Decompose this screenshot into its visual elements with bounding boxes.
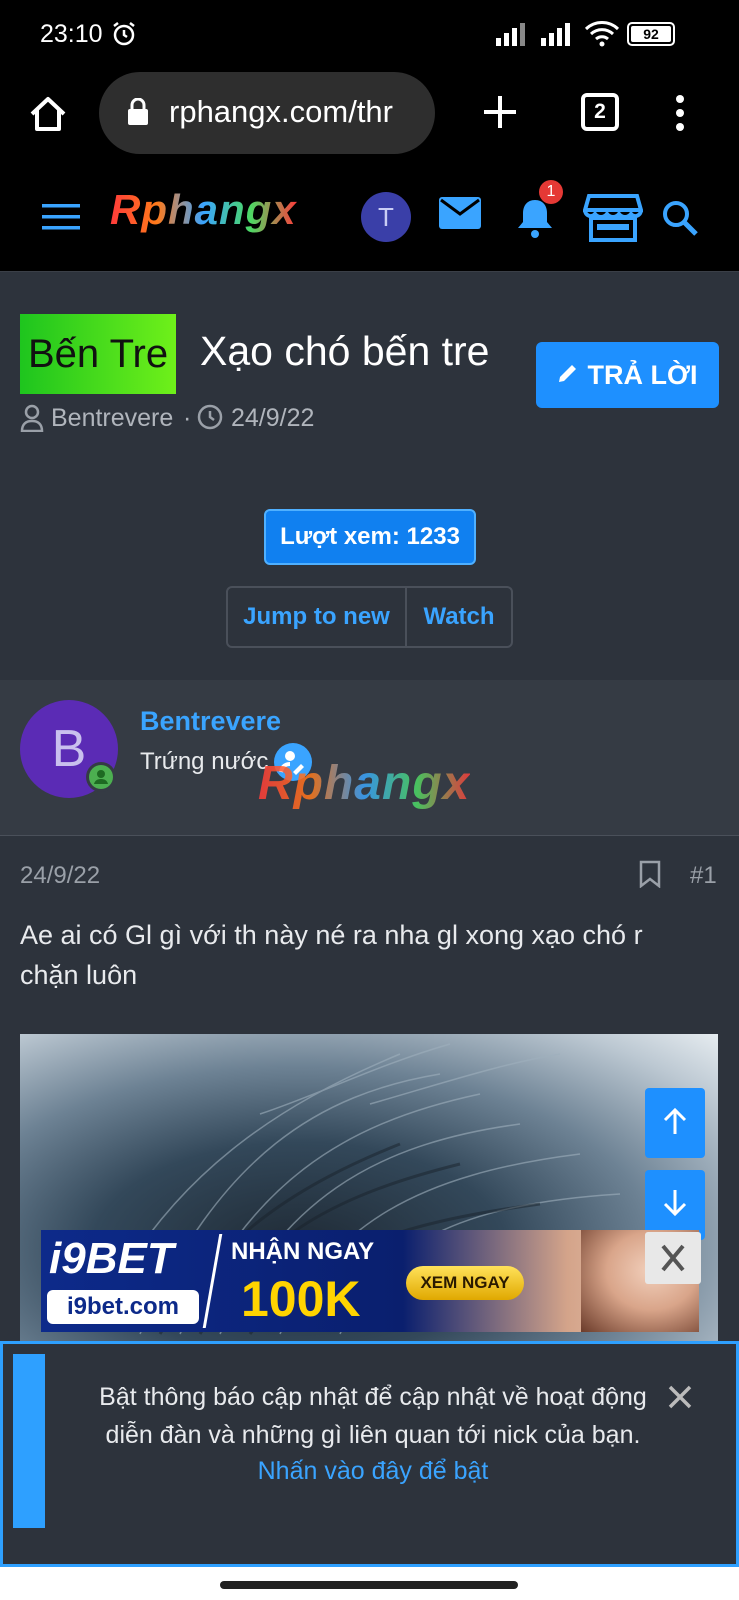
meta-separator: · — [183, 404, 192, 432]
search-icon[interactable] — [660, 198, 700, 243]
home-icon[interactable] — [26, 92, 70, 141]
ad-divider — [202, 1234, 223, 1328]
scroll-up-button[interactable] — [645, 1088, 705, 1158]
online-indicator — [86, 762, 116, 792]
arrow-up-icon — [660, 1106, 690, 1141]
status-bar: 23:10 92 — [0, 0, 739, 70]
clock-icon — [197, 404, 223, 435]
alerts-badge: 1 — [539, 180, 563, 204]
post-date[interactable]: 24/9/22 — [20, 862, 100, 890]
ad-brand: i9BET — [49, 1234, 174, 1283]
mail-icon[interactable] — [438, 196, 482, 235]
ad-cta-button[interactable]: XEM NGAY — [406, 1266, 524, 1300]
new-tab-icon[interactable] — [480, 92, 520, 137]
hamburger-menu-icon[interactable] — [42, 202, 80, 237]
watermark-logo: Rphangx — [258, 757, 471, 810]
clock: 23:10 — [40, 20, 103, 48]
jump-to-new-button[interactable]: Jump to new — [228, 588, 407, 646]
thread-actions: Jump to new Watch — [226, 586, 513, 648]
push-notification-prompt: Bật thông báo cập nhật để cập nhật về ho… — [0, 1341, 739, 1567]
close-icon[interactable] — [667, 1384, 693, 1415]
bookmark-icon[interactable] — [639, 860, 661, 893]
signal-icon-2 — [541, 22, 577, 51]
close-icon — [661, 1244, 685, 1272]
watch-button[interactable]: Watch — [407, 588, 511, 646]
pencil-icon — [557, 360, 579, 391]
ad-amount: 100K — [241, 1271, 361, 1327]
battery-icon: 92 — [627, 22, 675, 46]
reply-label: TRẢ LỜI — [587, 359, 698, 390]
ad-banner[interactable]: i9BET i9bet.com NHẬN NGAY 100K XEM NGAY — [41, 1230, 699, 1332]
post-username[interactable]: Bentrevere — [140, 706, 281, 737]
ad-domain: i9bet.com — [47, 1290, 199, 1324]
alarm-icon — [110, 20, 138, 53]
post-number[interactable]: #1 — [690, 862, 717, 890]
tab-switcher-button[interactable]: 2 — [581, 93, 619, 131]
gesture-handle[interactable] — [220, 1581, 518, 1589]
thread-title: Xạo chó bến tre — [200, 328, 490, 374]
user-avatar[interactable]: T — [361, 192, 411, 242]
post-user-block: B Bentrevere Trứng nước Rphangx — [0, 680, 739, 836]
signal-icon — [496, 22, 532, 51]
url-text: rphangx.com/thr — [169, 94, 393, 129]
ad-headline: NHẬN NGAY — [231, 1238, 375, 1265]
user-title: Trứng nước — [140, 748, 269, 775]
wifi-icon — [584, 20, 620, 53]
reply-button[interactable]: TRẢ LỜI — [536, 342, 719, 408]
ad-close-button[interactable] — [645, 1232, 701, 1284]
views-counter: Lượt xem: 1233 — [264, 509, 476, 565]
prompt-message: Bật thông báo cập nhật để cập nhật về ho… — [99, 1383, 647, 1449]
address-bar[interactable]: rphangx.com/thr — [99, 72, 435, 154]
thread-date[interactable]: 24/9/22 — [231, 404, 314, 433]
thread-author[interactable]: Bentrevere — [51, 404, 173, 433]
more-menu-icon[interactable] — [675, 94, 685, 137]
user-icon — [20, 404, 44, 437]
arrow-down-icon — [660, 1188, 690, 1223]
enable-notifications-link[interactable]: Nhấn vào đây để bật — [73, 1452, 673, 1490]
prompt-accent — [13, 1354, 45, 1528]
store-icon[interactable] — [582, 192, 644, 249]
battery-level: 92 — [631, 26, 671, 42]
post-text: Ae ai có Gl gì với th này né ra nha gl x… — [20, 920, 643, 990]
lock-icon — [127, 97, 149, 131]
thread-prefix-badge[interactable]: Bến Tre — [20, 314, 177, 394]
site-logo[interactable]: Rphangx — [110, 186, 297, 234]
site-header: Rphangx T 1 — [0, 160, 739, 272]
nav-gesture-area — [0, 1567, 739, 1600]
